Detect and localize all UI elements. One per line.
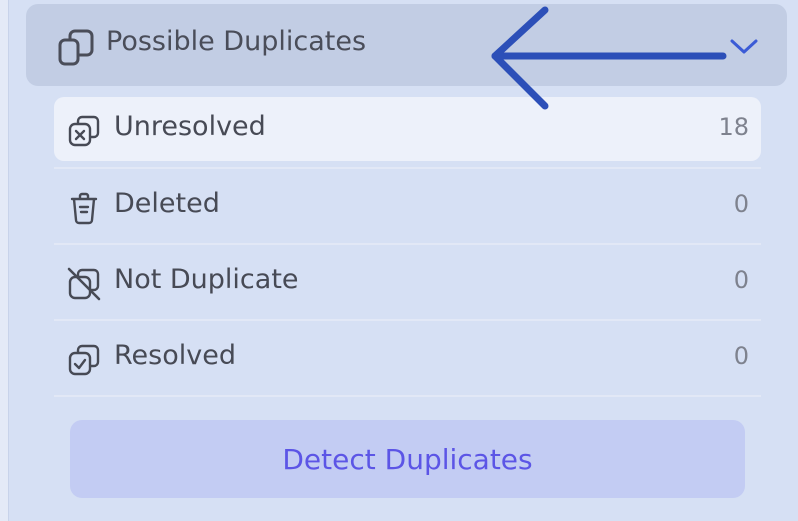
item-label: Not Duplicate <box>114 264 299 295</box>
divider <box>54 319 761 321</box>
list-item-not-duplicate[interactable]: Not Duplicate 0 <box>54 250 761 314</box>
list-item-unresolved[interactable]: Unresolved 18 <box>54 97 761 161</box>
copy-check-icon <box>68 344 100 376</box>
item-count: 0 <box>733 342 749 370</box>
item-count: 0 <box>733 266 749 294</box>
item-label: Resolved <box>114 340 236 371</box>
trash-icon <box>70 192 98 225</box>
copy-x-icon <box>68 115 100 147</box>
list-item-deleted[interactable]: Deleted 0 <box>54 174 761 238</box>
item-count: 18 <box>718 113 749 141</box>
list-item-resolved[interactable]: Resolved 0 <box>54 326 761 390</box>
divider <box>54 167 761 169</box>
detect-duplicates-button[interactable]: Detect Duplicates <box>70 420 745 498</box>
divider <box>54 243 761 245</box>
item-label: Deleted <box>114 188 220 219</box>
duplicates-panel: Possible Duplicates Unresolved 18 Delete… <box>0 0 798 521</box>
possible-duplicates-header[interactable]: Possible Duplicates <box>26 4 787 86</box>
item-count: 0 <box>733 190 749 218</box>
copy-icon <box>58 29 94 66</box>
left-rail <box>0 0 9 521</box>
section-title: Possible Duplicates <box>106 26 367 57</box>
divider <box>54 395 761 397</box>
chevron-down-icon[interactable] <box>729 34 759 58</box>
copy-off-icon <box>67 267 101 301</box>
item-label: Unresolved <box>114 111 266 142</box>
